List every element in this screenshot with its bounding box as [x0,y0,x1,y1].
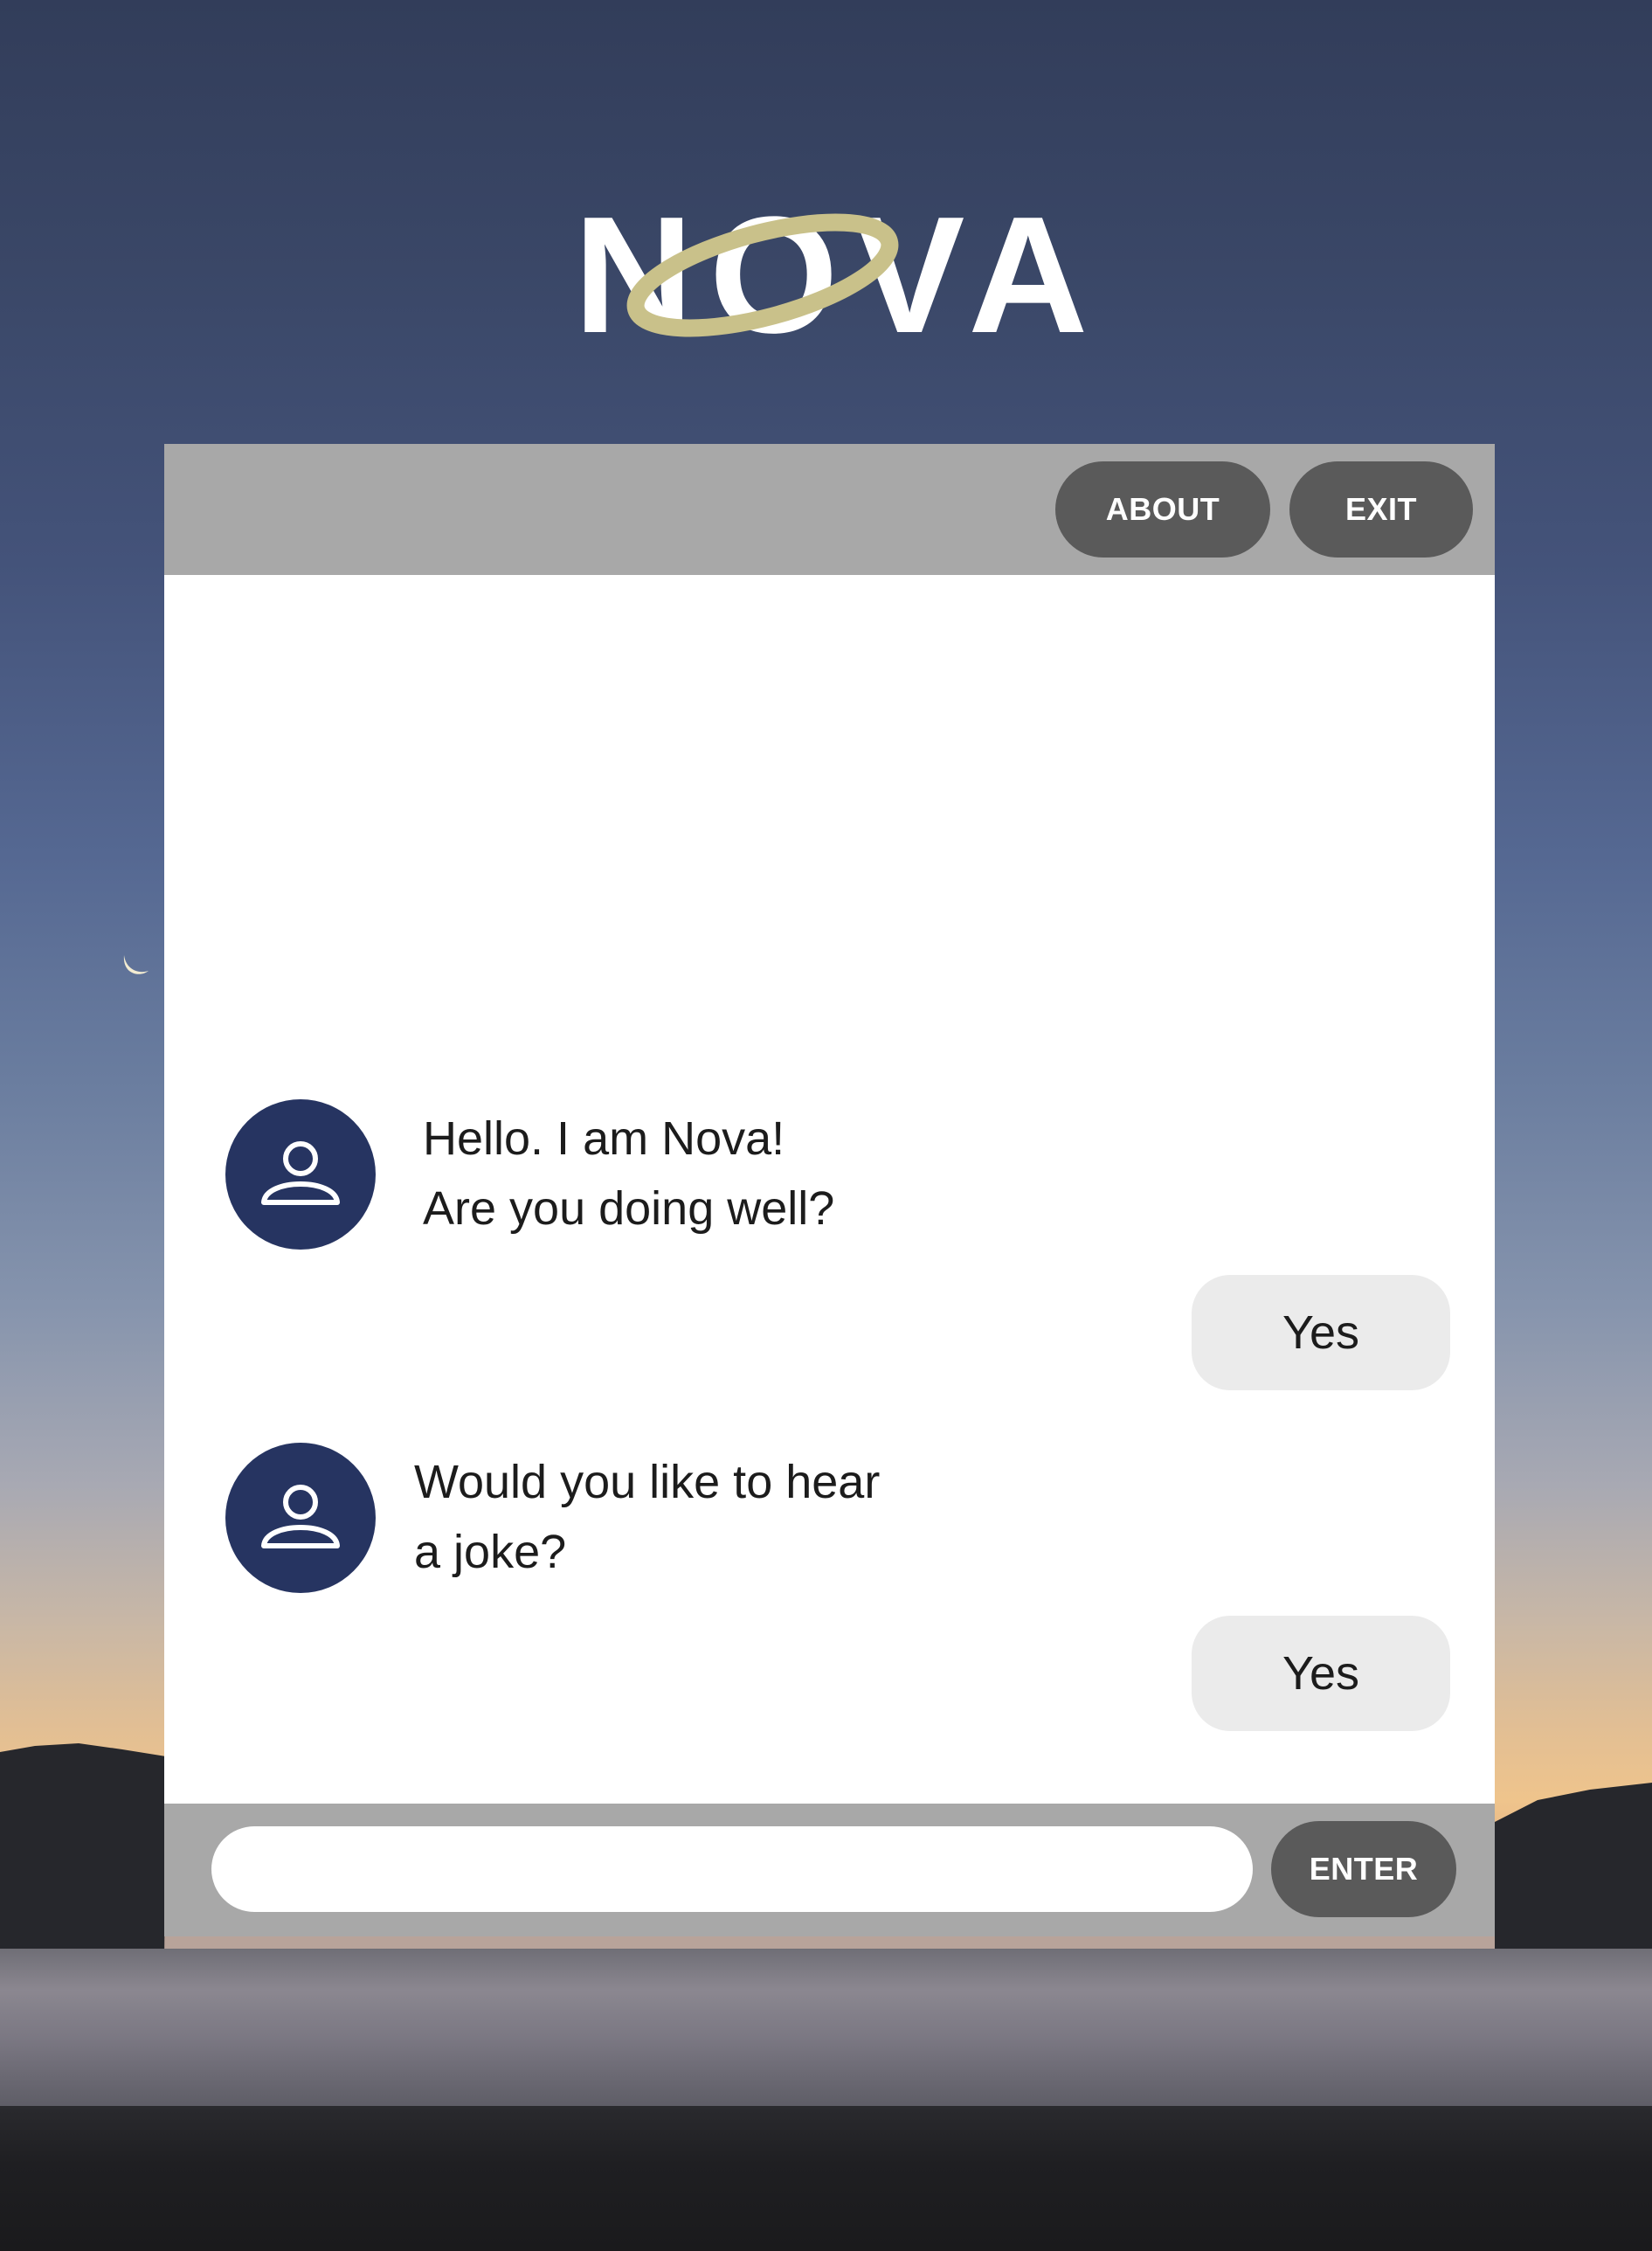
top-bar: ABOUT EXIT [164,444,1495,575]
nova-logo: NOVA [574,184,1089,358]
shoreline [0,2106,1652,2251]
lake [0,1949,1652,2115]
user-message: Yes [1192,1616,1450,1731]
user-message: Yes [1192,1275,1450,1390]
bot-avatar [225,1443,376,1593]
message-list[interactable]: Hello. I am Nova! Are you doing well? Ye… [164,575,1495,1804]
composer-bar: ENTER [164,1804,1495,1936]
bot-avatar [225,1099,376,1250]
about-button[interactable]: ABOUT [1055,461,1270,558]
message-input[interactable] [211,1826,1253,1912]
bot-message: Would you like to hear a joke? [414,1456,881,1578]
user-outline-icon [261,1141,340,1205]
crescent-moon-icon [123,955,149,974]
chat-panel: ABOUT EXIT Hello. I am Nova! Are you doi… [164,444,1495,1936]
bot-message: Hello. I am Nova! Are you doing well? [423,1112,835,1235]
user-outline-icon [261,1485,340,1548]
enter-button[interactable]: ENTER [1271,1821,1456,1917]
exit-button[interactable]: EXIT [1289,461,1473,558]
